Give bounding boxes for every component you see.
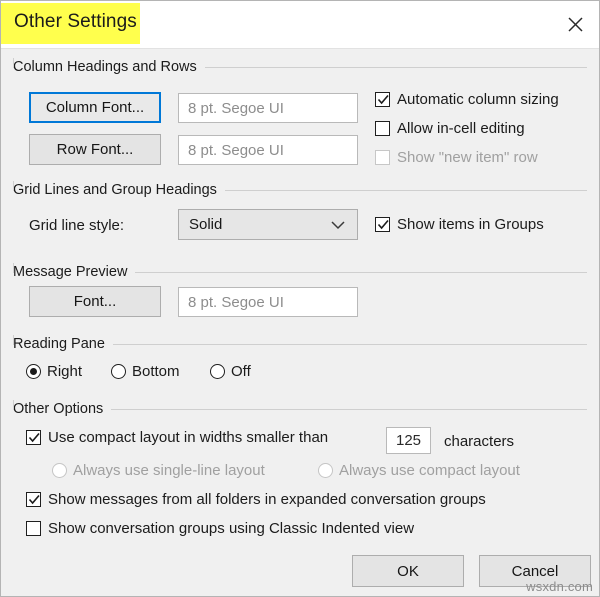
compact-layout-characters-label: characters xyxy=(444,433,515,450)
row-font-value: 8 pt. Segoe UI xyxy=(178,135,358,165)
watermark: wsxdn.com xyxy=(526,579,593,594)
group-heading-rule xyxy=(224,189,587,191)
radio-circle xyxy=(26,364,41,379)
compact-layout-width-input[interactable]: 125 xyxy=(386,427,431,454)
checkbox-label: Automatic column sizing xyxy=(397,91,559,108)
column-font-value: 8 pt. Segoe UI xyxy=(178,93,358,123)
checkbox-box xyxy=(375,217,390,232)
checkbox-label: Use compact layout in widths smaller tha… xyxy=(48,429,329,446)
radio-circle xyxy=(318,463,333,478)
group-heading-grid-lines: Grid Lines and Group Headings xyxy=(13,181,587,199)
group-heading-reading-pane: Reading Pane xyxy=(13,335,587,353)
checkbox-label: Show "new item" row xyxy=(397,149,538,166)
group-heading-rule xyxy=(111,408,587,410)
group-heading-label: Reading Pane xyxy=(13,336,105,352)
dialog-titlebar: Other Settings xyxy=(1,1,599,49)
check-icon xyxy=(377,218,390,236)
chevron-down-icon xyxy=(331,216,345,233)
radio-always-compact-layout: Always use compact layout xyxy=(318,462,520,479)
group-heading-rule xyxy=(135,271,587,273)
radio-reading-pane-off[interactable]: Off xyxy=(210,363,251,380)
group-tick xyxy=(13,58,14,68)
checkbox-box xyxy=(375,92,390,107)
radio-always-single-line-layout: Always use single-line layout xyxy=(52,462,265,479)
checkbox-automatic-column-sizing[interactable]: Automatic column sizing xyxy=(375,91,559,108)
radio-reading-pane-right[interactable]: Right xyxy=(26,363,82,380)
column-font-button[interactable]: Column Font... xyxy=(29,92,161,123)
radio-reading-pane-bottom[interactable]: Bottom xyxy=(111,363,180,380)
checkbox-box xyxy=(375,121,390,136)
group-tick xyxy=(13,263,14,273)
radio-label: Always use compact layout xyxy=(339,462,520,479)
group-heading-rule xyxy=(112,343,587,345)
grid-line-style-label: Grid line style: xyxy=(29,217,125,234)
group-tick xyxy=(13,181,14,191)
checkbox-allow-in-cell-editing[interactable]: Allow in-cell editing xyxy=(375,120,525,137)
checkbox-label: Show items in Groups xyxy=(397,216,544,233)
radio-circle xyxy=(52,463,67,478)
message-preview-font-value: 8 pt. Segoe UI xyxy=(178,287,358,317)
other-settings-dialog: Other Settings Column Headings and Rows … xyxy=(0,0,600,597)
message-preview-font-button[interactable]: Font... xyxy=(29,286,161,317)
ok-button[interactable]: OK xyxy=(352,555,464,587)
grid-line-style-select[interactable]: Solid xyxy=(178,209,358,240)
radio-circle xyxy=(111,364,126,379)
group-heading-message-preview: Message Preview xyxy=(13,263,587,281)
checkbox-label: Show messages from all folders in expand… xyxy=(48,491,486,508)
group-tick xyxy=(13,400,14,410)
checkbox-show-new-item-row: Show "new item" row xyxy=(375,149,538,166)
group-heading-other-options: Other Options xyxy=(13,400,587,418)
group-heading-rule xyxy=(204,66,587,68)
checkbox-box xyxy=(26,521,41,536)
check-icon xyxy=(28,493,41,511)
group-tick xyxy=(13,335,14,345)
close-button[interactable] xyxy=(549,1,599,47)
row-font-button[interactable]: Row Font... xyxy=(29,134,161,165)
checkbox-show-items-in-groups[interactable]: Show items in Groups xyxy=(375,216,544,233)
group-heading-label: Message Preview xyxy=(13,264,128,280)
group-heading-label: Grid Lines and Group Headings xyxy=(13,182,217,198)
check-icon xyxy=(377,93,390,111)
radio-label: Right xyxy=(47,363,83,380)
radio-label: Off xyxy=(231,363,251,380)
checkbox-classic-indented-view[interactable]: Show conversation groups using Classic I… xyxy=(26,520,414,537)
radio-circle xyxy=(210,364,225,379)
check-icon xyxy=(28,431,41,449)
checkbox-label: Allow in-cell editing xyxy=(397,120,525,137)
page-title: Other Settings xyxy=(14,11,137,32)
checkbox-show-messages-all-folders[interactable]: Show messages from all folders in expand… xyxy=(26,491,486,508)
group-heading-label: Other Options xyxy=(13,401,104,417)
radio-label: Always use single-line layout xyxy=(73,462,265,479)
checkbox-box xyxy=(375,150,390,165)
checkbox-use-compact-layout[interactable]: Use compact layout in widths smaller tha… xyxy=(26,429,328,446)
checkbox-box xyxy=(26,430,41,445)
radio-dot xyxy=(30,368,37,375)
close-icon xyxy=(567,16,583,32)
checkbox-label: Show conversation groups using Classic I… xyxy=(48,520,415,537)
checkbox-box xyxy=(26,492,41,507)
group-heading-column-headings: Column Headings and Rows xyxy=(13,58,587,76)
grid-line-style-value: Solid xyxy=(189,216,223,233)
radio-label: Bottom xyxy=(132,363,180,380)
group-heading-label: Column Headings and Rows xyxy=(13,59,197,75)
